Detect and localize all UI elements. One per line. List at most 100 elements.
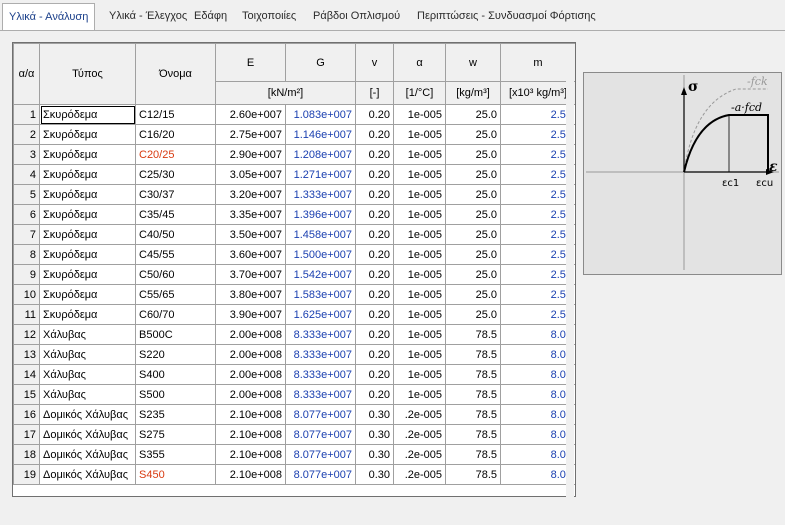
cell-E[interactable]: 3.05e+007	[215, 164, 286, 185]
cell-G[interactable]: 1.625e+007	[285, 304, 356, 325]
cell-m[interactable]: 8.00	[500, 364, 575, 385]
row-index[interactable]: 7	[13, 224, 40, 245]
cell-type[interactable]: Σκυρόδεμα	[39, 144, 136, 165]
table-row[interactable]: 14 Χάλυβας S400 2.00e+008 8.333e+007 0.20 1e-0…	[13, 364, 575, 385]
table-row[interactable]: 4 Σκυρόδεμα C25/30 3.05e+007 1.271e+007 0.20 1…	[13, 164, 575, 185]
cell-name[interactable]: C12/15	[135, 104, 216, 125]
header-m[interactable]: m	[500, 43, 575, 82]
cell-E[interactable]: 3.50e+007	[215, 224, 286, 245]
cell-type[interactable]: Σκυρόδεμα	[39, 164, 136, 185]
cell-name[interactable]: C55/65	[135, 284, 216, 305]
cell-E[interactable]: 3.35e+007	[215, 204, 286, 225]
cell-name[interactable]: C45/55	[135, 244, 216, 265]
header-w[interactable]: w	[445, 43, 501, 82]
row-index[interactable]: 13	[13, 344, 40, 365]
cell-alpha[interactable]: .2e-005	[393, 404, 446, 425]
table-row[interactable]: 2 Σκυρόδεμα C16/20 2.75e+007 1.146e+007 0.20 1…	[13, 124, 575, 145]
table-row[interactable]: 12 Χάλυβας B500C 2.00e+008 8.333e+007 0.20 1e-…	[13, 324, 575, 345]
row-index[interactable]: 12	[13, 324, 40, 345]
cell-type[interactable]: Σκυρόδεμα	[39, 104, 136, 125]
cell-nu[interactable]: 0.30	[355, 444, 394, 465]
cell-alpha[interactable]: 1e-005	[393, 324, 446, 345]
cell-name[interactable]: S220	[135, 344, 216, 365]
table-row[interactable]: 13 Χάλυβας S220 2.00e+008 8.333e+007 0.20 1e-0…	[13, 344, 575, 365]
row-index[interactable]: 18	[13, 444, 40, 465]
cell-m[interactable]: 2.55	[500, 124, 575, 145]
cell-type[interactable]: Σκυρόδεμα	[39, 204, 136, 225]
cell-E[interactable]: 3.60e+007	[215, 244, 286, 265]
cell-E[interactable]: 3.70e+007	[215, 264, 286, 285]
cell-E[interactable]: 2.00e+008	[215, 364, 286, 385]
cell-name[interactable]: S450	[135, 464, 216, 485]
header-type[interactable]: Τύπος	[39, 43, 136, 105]
cell-G[interactable]: 8.333e+007	[285, 344, 356, 365]
cell-alpha[interactable]: 1e-005	[393, 344, 446, 365]
cell-E[interactable]: 2.10e+008	[215, 404, 286, 425]
cell-type[interactable]: Σκυρόδεμα	[39, 264, 136, 285]
cell-name[interactable]: S500	[135, 384, 216, 405]
cell-m[interactable]: 2.55	[500, 184, 575, 205]
table-row[interactable]: 3 Σκυρόδεμα C20/25 2.90e+007 1.208e+007 0.20 1…	[13, 144, 575, 165]
cell-nu[interactable]: 0.20	[355, 204, 394, 225]
cell-name[interactable]: C50/60	[135, 264, 216, 285]
cell-E[interactable]: 2.10e+008	[215, 424, 286, 445]
cell-type[interactable]: Σκυρόδεμα	[39, 124, 136, 145]
cell-w[interactable]: 78.5	[445, 404, 501, 425]
cell-alpha[interactable]: 1e-005	[393, 304, 446, 325]
cell-w[interactable]: 78.5	[445, 444, 501, 465]
cell-G[interactable]: 1.271e+007	[285, 164, 356, 185]
cell-G[interactable]: 1.333e+007	[285, 184, 356, 205]
cell-E[interactable]: 2.00e+008	[215, 344, 286, 365]
table-row[interactable]: 16 Δομικός Χάλυβας S235 2.10e+008 8.077e+007…	[13, 404, 575, 425]
cell-w[interactable]: 78.5	[445, 364, 501, 385]
grid-scrollbar[interactable]	[566, 73, 574, 525]
cell-alpha[interactable]: 1e-005	[393, 104, 446, 125]
cell-nu[interactable]: 0.20	[355, 364, 394, 385]
table-row[interactable]: 7 Σκυρόδεμα C40/50 3.50e+007 1.458e+007 0.20 1…	[13, 224, 575, 245]
cell-G[interactable]: 1.583e+007	[285, 284, 356, 305]
row-index[interactable]: 17	[13, 424, 40, 445]
cell-type[interactable]: Σκυρόδεμα	[39, 224, 136, 245]
cell-alpha[interactable]: 1e-005	[393, 144, 446, 165]
cell-type[interactable]: Χάλυβας	[39, 344, 136, 365]
cell-m[interactable]: 2.55	[500, 284, 575, 305]
cell-G[interactable]: 1.542e+007	[285, 264, 356, 285]
row-index[interactable]: 11	[13, 304, 40, 325]
cell-G[interactable]: 1.208e+007	[285, 144, 356, 165]
row-index[interactable]: 5	[13, 184, 40, 205]
table-row[interactable]: 10 Σκυρόδεμα C55/65 3.80e+007 1.583e+007 0.20…	[13, 284, 575, 305]
cell-E[interactable]: 2.00e+008	[215, 324, 286, 345]
table-row[interactable]: 15 Χάλυβας S500 2.00e+008 8.333e+007 0.20 1e-0…	[13, 384, 575, 405]
cell-alpha[interactable]: 1e-005	[393, 184, 446, 205]
cell-name[interactable]: C16/20	[135, 124, 216, 145]
cell-type[interactable]: Δομικός Χάλυβας	[39, 464, 136, 485]
header-E[interactable]: E	[215, 43, 286, 82]
cell-alpha[interactable]: 1e-005	[393, 224, 446, 245]
tab-rebars[interactable]: Ράβδοι Οπλισμού	[307, 5, 406, 27]
cell-E[interactable]: 3.90e+007	[215, 304, 286, 325]
table-row[interactable]: 6 Σκυρόδεμα C35/45 3.35e+007 1.396e+007 0.20 1…	[13, 204, 575, 225]
row-index[interactable]: 2	[13, 124, 40, 145]
row-index[interactable]: 16	[13, 404, 40, 425]
cell-w[interactable]: 25.0	[445, 184, 501, 205]
cell-w[interactable]: 25.0	[445, 284, 501, 305]
cell-m[interactable]: 8.00	[500, 464, 575, 485]
cell-m[interactable]: 2.55	[500, 164, 575, 185]
cell-E[interactable]: 3.80e+007	[215, 284, 286, 305]
cell-alpha[interactable]: .2e-005	[393, 444, 446, 465]
table-row[interactable]: 8 Σκυρόδεμα C45/55 3.60e+007 1.500e+007 0.20 1…	[13, 244, 575, 265]
cell-type[interactable]: Χάλυβας	[39, 384, 136, 405]
cell-E[interactable]: 2.10e+008	[215, 464, 286, 485]
cell-nu[interactable]: 0.20	[355, 344, 394, 365]
cell-m[interactable]: 2.55	[500, 144, 575, 165]
header-index[interactable]: α/α	[13, 43, 40, 105]
header-name[interactable]: Όνομα	[135, 43, 216, 105]
cell-G[interactable]: 1.458e+007	[285, 224, 356, 245]
cell-alpha[interactable]: 1e-005	[393, 124, 446, 145]
cell-w[interactable]: 25.0	[445, 244, 501, 265]
cell-nu[interactable]: 0.20	[355, 164, 394, 185]
cell-w[interactable]: 78.5	[445, 384, 501, 405]
cell-m[interactable]: 8.00	[500, 384, 575, 405]
header-G[interactable]: G	[285, 43, 356, 82]
cell-m[interactable]: 8.00	[500, 424, 575, 445]
